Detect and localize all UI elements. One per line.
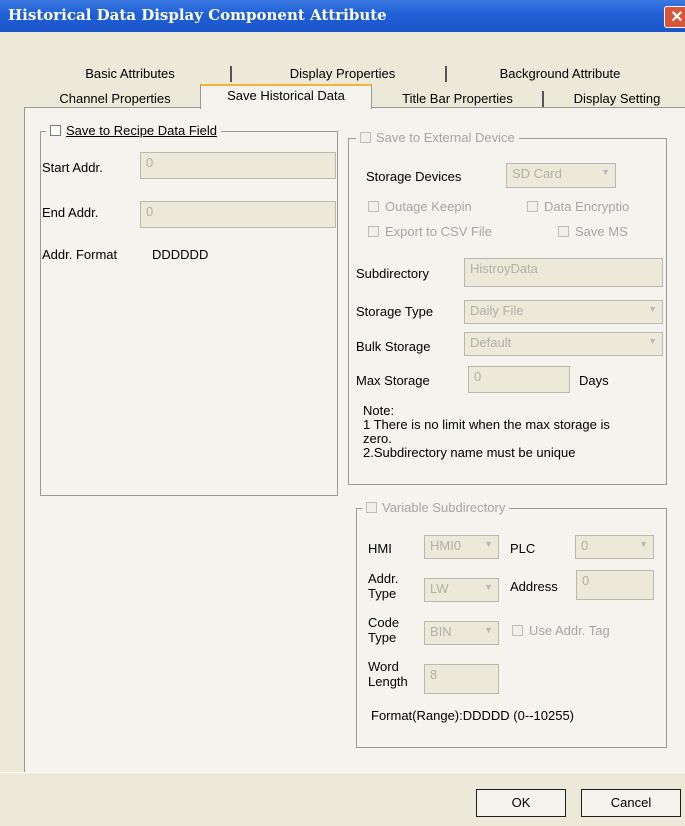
end-addr-input[interactable]: 0	[140, 201, 336, 228]
chevron-down-icon: ▼	[648, 304, 657, 314]
subdirectory-label: Subdirectory	[356, 266, 429, 281]
chevron-down-icon: ▼	[639, 539, 648, 549]
address-input[interactable]: 0	[576, 570, 654, 600]
chevron-down-icon: ▼	[484, 625, 493, 635]
code-type-select[interactable]: BIN ▼	[424, 621, 499, 645]
word-length-label: Word Length	[368, 659, 408, 689]
tab-separator	[542, 91, 544, 107]
addr-format-value: DDDDDD	[152, 247, 209, 262]
storage-devices-select[interactable]: SD Card ▼	[506, 163, 616, 188]
addr-type-select[interactable]: LW ▼	[424, 578, 499, 602]
data-encryption-checkbox[interactable]: Data Encryptio	[527, 199, 629, 214]
max-storage-unit: Days	[579, 373, 609, 388]
max-storage-label: Max Storage	[356, 373, 430, 388]
tab-save-historical-data[interactable]: Save Historical Data	[200, 84, 372, 109]
tab-background-attribute[interactable]: Background Attribute	[470, 64, 650, 84]
bulk-storage-label: Bulk Storage	[356, 339, 431, 354]
storage-type-label: Storage Type	[356, 304, 434, 319]
note-line-1: 1 There is no limit when the max storage…	[363, 417, 610, 432]
cancel-button[interactable]: Cancel	[581, 789, 681, 817]
note-title: Note:	[363, 403, 395, 418]
outage-keepin-checkbox[interactable]: Outage Keepin	[368, 199, 472, 214]
max-storage-input[interactable]: 0	[468, 366, 570, 393]
tab-title-bar-properties[interactable]: Title Bar Properties	[380, 89, 535, 109]
recipe-group	[40, 131, 338, 496]
plc-select[interactable]: 0 ▼	[575, 535, 654, 559]
hmi-label: HMI	[368, 541, 392, 556]
code-type-label: Code Type	[368, 615, 400, 645]
chevron-down-icon: ▼	[484, 582, 493, 592]
chevron-down-icon: ▼	[601, 167, 610, 177]
storage-devices-label: Storage Devices	[366, 169, 462, 184]
note-line-2: zero.	[363, 431, 392, 446]
ok-button[interactable]: OK	[476, 789, 566, 817]
external-device-label: Save to External Device	[376, 130, 515, 145]
start-addr-input[interactable]: 0	[140, 152, 336, 179]
tab-display-properties[interactable]: Display Properties	[265, 64, 420, 84]
recipe-legend[interactable]: Save to Recipe Data Field	[46, 123, 222, 138]
close-button[interactable]: ✕	[664, 6, 685, 28]
window-title: Historical Data Display Component Attrib…	[8, 6, 387, 24]
addr-type-label: Addr. Type	[368, 571, 399, 601]
variable-subdirectory-legend[interactable]: Variable Subdirectory	[362, 500, 510, 515]
use-addr-tag-checkbox[interactable]: Use Addr. Tag	[512, 623, 610, 638]
hmi-select[interactable]: HMI0 ▼	[424, 535, 499, 559]
start-addr-label: Start Addr.	[42, 160, 103, 175]
save-ms-checkbox[interactable]: Save MS	[558, 224, 628, 239]
note-line-3: 2.Subdirectory name must be unique	[363, 445, 576, 460]
storage-type-select[interactable]: Daily File ▼	[464, 300, 663, 324]
format-range-text: Format(Range):DDDDD (0--10255)	[371, 708, 574, 723]
bulk-storage-select[interactable]: Default ▼	[464, 332, 663, 356]
variable-subdirectory-checkbox[interactable]	[366, 502, 377, 513]
end-addr-label: End Addr.	[42, 205, 99, 220]
recipe-checkbox-label: Save to Recipe Data Field	[66, 123, 218, 138]
word-length-input[interactable]: 8	[424, 664, 499, 694]
close-icon: ✕	[670, 9, 684, 26]
export-csv-checkbox[interactable]: Export to CSV File	[368, 224, 492, 239]
tab-separator	[230, 66, 232, 82]
variable-subdirectory-label: Variable Subdirectory	[382, 500, 506, 515]
external-device-legend[interactable]: Save to External Device	[356, 130, 519, 145]
tab-basic-attributes[interactable]: Basic Attributes	[60, 64, 200, 84]
tab-display-setting[interactable]: Display Setting	[552, 89, 682, 109]
external-device-checkbox[interactable]	[360, 132, 371, 143]
tab-channel-properties[interactable]: Channel Properties	[40, 89, 190, 109]
addr-format-label: Addr. Format	[42, 247, 118, 262]
recipe-checkbox[interactable]	[50, 125, 61, 136]
tab-separator	[445, 66, 447, 82]
chevron-down-icon: ▼	[484, 539, 493, 549]
address-label: Address	[510, 579, 558, 594]
plc-label: PLC	[510, 541, 536, 556]
chevron-down-icon: ▼	[648, 336, 657, 346]
subdirectory-input[interactable]: HistroyData	[464, 258, 663, 287]
